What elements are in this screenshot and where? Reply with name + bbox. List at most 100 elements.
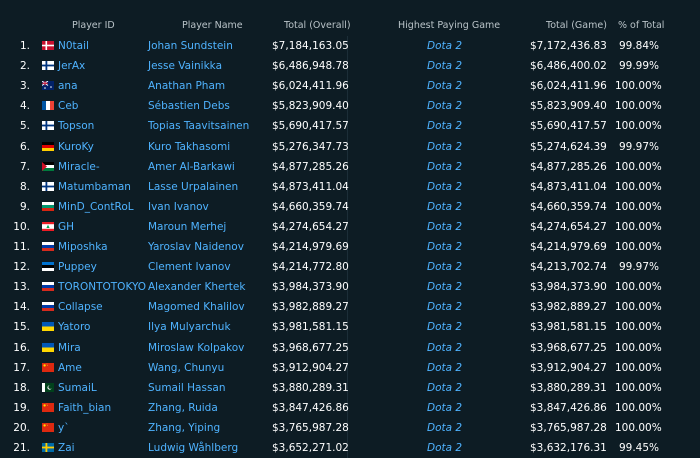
player-id-link[interactable]: SumaiL <box>58 382 97 394</box>
total-overall-cell: $3,981,581.15 <box>272 321 349 334</box>
player-name-link[interactable]: Topias Taavitsainen <box>148 120 249 132</box>
player-name-link[interactable]: Anathan Pham <box>148 80 225 92</box>
table-row: 21. Zai Ludwig Wåhlberg $3,652,271.02 Dota 2… <box>0 438 700 458</box>
player-id-link[interactable]: Zai <box>58 442 75 454</box>
pct-total-cell: 100.00% <box>615 321 662 334</box>
player-id-link[interactable]: MinD_ContRoL <box>58 201 134 213</box>
player-id-link[interactable]: TORONTOTOKYO <box>58 281 146 293</box>
header-total-game[interactable]: Total (Game) <box>546 20 607 31</box>
total-overall-cell: $4,214,979.69 <box>272 241 349 253</box>
player-name-link[interactable]: Zhang, Yiping <box>148 422 220 434</box>
player-name-link[interactable]: Miroslaw Kolpakov <box>148 342 244 354</box>
flag-se-icon <box>42 443 54 452</box>
player-name-link[interactable]: Sumail Hassan <box>148 382 226 394</box>
total-overall-cell: $4,274,654.27 <box>272 220 349 233</box>
highest-game-link[interactable]: Dota 2 <box>427 402 462 414</box>
pct-total-cell: 99.97% <box>618 140 659 153</box>
highest-game-link[interactable]: Dota 2 <box>427 221 462 233</box>
player-id-link[interactable]: JerAx <box>58 60 85 72</box>
highest-game-link[interactable]: Dota 2 <box>427 201 462 213</box>
player-name-link[interactable]: Clement Ivanov <box>148 261 231 273</box>
table-row: 15. Yatoro Ilya Mulyarchuk $3,981,581.15 Dot… <box>0 317 700 337</box>
player-id-link[interactable]: Faith_bian <box>58 402 111 414</box>
total-overall-cell: $6,486,948.78 <box>272 60 349 73</box>
highest-game-link[interactable]: Dota 2 <box>427 161 462 173</box>
highest-game-link[interactable]: Dota 2 <box>427 382 462 394</box>
player-name-link[interactable]: Lasse Urpalainen <box>148 181 238 193</box>
highest-game-link[interactable]: Dota 2 <box>427 80 462 92</box>
table-row: 4. Ceb Sébastien Debs $5,823,909.40 Dota 2 $5… <box>0 96 700 116</box>
player-name-link[interactable]: Wang, Chunyu <box>148 362 224 374</box>
total-game-cell: $5,690,417.57 <box>530 120 607 133</box>
total-game-cell: $4,213,702.74 <box>530 261 607 274</box>
highest-game-link[interactable]: Dota 2 <box>427 261 462 273</box>
player-name-link[interactable]: Zhang, Ruida <box>148 402 218 414</box>
highest-game-link[interactable]: Dota 2 <box>427 141 462 153</box>
header-player-name[interactable]: Player Name <box>182 20 243 31</box>
player-name-link[interactable]: Jesse Vainikka <box>148 60 222 72</box>
player-id-link[interactable]: Yatoro <box>58 321 90 333</box>
player-name-link[interactable]: Ivan Ivanov <box>148 201 209 213</box>
pct-total-cell: 100.00% <box>615 421 662 434</box>
flag-cn-icon <box>42 362 54 372</box>
total-overall-cell: $7,184,163.05 <box>272 40 349 52</box>
player-name-link[interactable]: Ludwig Wåhlberg <box>148 442 238 454</box>
highest-game-link[interactable]: Dota 2 <box>427 301 462 313</box>
player-id-link[interactable]: Ame <box>58 362 82 374</box>
rank-cell: 1. <box>19 40 30 52</box>
player-name-link[interactable]: Kuro Takhasomi <box>148 141 230 153</box>
earnings-table: Player ID Player Name Total (Overall) Hi… <box>0 0 700 458</box>
header-pct-total[interactable]: % of Total <box>618 20 664 31</box>
player-id-link[interactable]: KuroKy <box>58 141 94 153</box>
player-id-link[interactable]: Topson <box>58 120 94 132</box>
header-highest-game[interactable]: Highest Paying Game <box>398 20 500 31</box>
rank-cell: 9. <box>19 200 30 213</box>
player-name-link[interactable]: Ilya Mulyarchuk <box>148 321 231 333</box>
player-id-link[interactable]: Miracle- <box>58 161 100 173</box>
player-name-link[interactable]: Sébastien Debs <box>148 100 230 112</box>
player-id-link[interactable]: y` <box>58 422 69 434</box>
rank-cell: 12. <box>13 261 30 274</box>
highest-game-link[interactable]: Dota 2 <box>427 342 462 354</box>
rank-cell: 3. <box>19 80 30 93</box>
player-id-link[interactable]: Matumbaman <box>58 181 131 193</box>
player-id-link[interactable]: GH <box>58 221 74 233</box>
player-id-link[interactable]: Mira <box>58 342 81 354</box>
header-player-id[interactable]: Player ID <box>72 20 115 31</box>
player-name-link[interactable]: Amer Al-Barkawi <box>148 161 235 173</box>
player-name-link[interactable]: Alexander Khertek <box>148 281 245 293</box>
rank-cell: 6. <box>19 140 30 153</box>
pct-total-cell: 100.00% <box>615 341 662 354</box>
player-id-link[interactable]: ana <box>58 80 78 92</box>
player-name-link[interactable]: Yaroslav Naidenov <box>148 241 244 253</box>
player-id-link[interactable]: Miposhka <box>58 241 108 253</box>
highest-game-link[interactable]: Dota 2 <box>427 281 462 293</box>
flag-de-icon <box>42 141 54 151</box>
highest-game-link[interactable]: Dota 2 <box>427 321 462 333</box>
player-id-link[interactable]: Ceb <box>58 100 78 112</box>
total-game-cell: $4,660,359.74 <box>530 200 607 213</box>
highest-game-link[interactable]: Dota 2 <box>427 442 462 454</box>
table-row: 5. Topson Topias Taavitsainen $5,690,417.57… <box>0 116 700 136</box>
rank-cell: 8. <box>19 180 30 193</box>
pct-total-cell: 100.00% <box>615 200 662 213</box>
total-overall-cell: $3,880,289.31 <box>272 381 349 394</box>
highest-game-link[interactable]: Dota 2 <box>427 422 462 434</box>
player-id-link[interactable]: N0tail <box>58 40 89 52</box>
highest-game-link[interactable]: Dota 2 <box>427 60 462 72</box>
player-id-link[interactable]: Puppey <box>58 261 97 273</box>
highest-game-link[interactable]: Dota 2 <box>427 120 462 132</box>
highest-game-link[interactable]: Dota 2 <box>427 241 462 253</box>
player-id-link[interactable]: Collapse <box>58 301 103 313</box>
header-total-overall[interactable]: Total (Overall) <box>284 20 351 31</box>
pct-total-cell: 99.84% <box>618 40 659 52</box>
player-name-link[interactable]: Magomed Khalilov <box>148 301 245 313</box>
highest-game-link[interactable]: Dota 2 <box>427 40 462 52</box>
table-row: 3. ana Anathan Pham $6,024,411.96 Dota 2 $6,0… <box>0 76 700 96</box>
highest-game-link[interactable]: Dota 2 <box>427 181 462 193</box>
highest-game-link[interactable]: Dota 2 <box>427 362 462 374</box>
flag-ru-icon <box>42 282 54 292</box>
highest-game-link[interactable]: Dota 2 <box>427 100 462 112</box>
player-name-link[interactable]: Maroun Merhej <box>148 221 226 233</box>
player-name-link[interactable]: Johan Sundstein <box>148 40 233 52</box>
